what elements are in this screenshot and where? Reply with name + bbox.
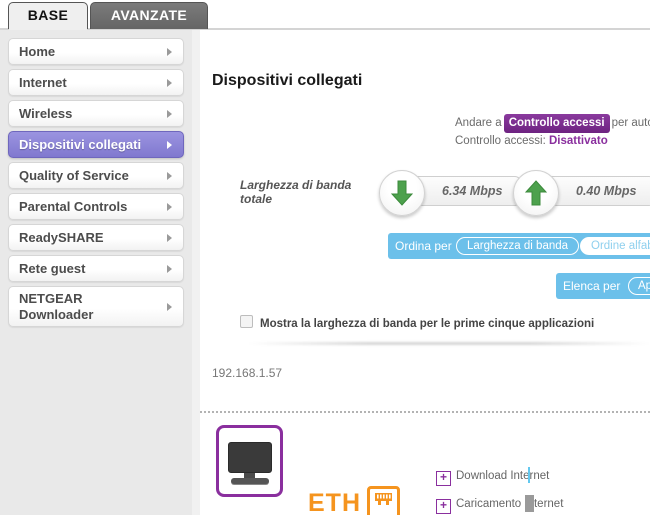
list-option-app[interactable]: Ap [628, 277, 650, 295]
show-top-apps-checkbox[interactable] [240, 315, 253, 328]
upload-internet-row: + Caricamento Internet [436, 498, 563, 514]
chevron-right-icon [167, 48, 172, 56]
sidebar-item-label: Parental Controls [19, 199, 128, 214]
download-internet-row: + Download Internet [436, 470, 549, 486]
chevron-right-icon [167, 234, 172, 242]
sidebar-item-wireless[interactable]: Wireless [8, 100, 184, 127]
sidebar-item-quality-of-service[interactable]: Quality of Service [8, 162, 184, 189]
arrow-up-icon [513, 170, 559, 216]
sidebar-item-dispositivi-collegati[interactable]: Dispositivi collegati [8, 131, 184, 158]
upload-internet-label: Caricamento Internet [456, 498, 564, 510]
sidebar-item-parental-controls[interactable]: Parental Controls [8, 193, 184, 220]
controllo-accessi-button[interactable]: Controllo accessi [503, 114, 610, 133]
show-top-apps-label: Mostra la larghezza di banda per le prim… [260, 318, 595, 330]
access-suffix-text: per autor [611, 117, 650, 129]
upload-traffic-bar [525, 495, 534, 512]
chevron-right-icon [167, 110, 172, 118]
sidebar-item-label: Quality of Service [19, 168, 129, 183]
sort-bar: Ordina per Larghezza di banda Ordine alf… [388, 233, 650, 259]
sidebar-item-label: Home [19, 44, 56, 59]
sidebar-item-home[interactable]: Home [8, 38, 184, 65]
sidebar-item-label: NETGEAR Downloader [19, 291, 94, 322]
access-prefix-text: Andare a [455, 117, 502, 129]
sidebar-nav: Home Internet Wireless Dispositivi colle… [0, 30, 192, 515]
access-status-value: Disattivato [548, 135, 608, 147]
chevron-right-icon [167, 265, 172, 273]
list-by-label: Elenca per [563, 279, 621, 293]
download-bandwidth-value: 6.34 Mbps [442, 184, 503, 198]
router-admin-page: BASE AVANZATE Home Internet Wireless Dis… [0, 0, 650, 515]
sort-option-bandwidth[interactable]: Larghezza di banda [456, 237, 580, 255]
show-top-apps-row[interactable]: Mostra la larghezza di banda per le prim… [240, 315, 594, 330]
tab-base[interactable]: BASE [8, 2, 88, 29]
active-tab-connector [9, 27, 87, 30]
sidebar-item-label: Internet [19, 75, 67, 90]
download-bandwidth-pill: 6.34 Mbps [379, 170, 521, 216]
chevron-right-icon [167, 303, 172, 311]
device-icon-frame[interactable] [216, 425, 283, 497]
chevron-right-icon [167, 172, 172, 180]
main-content: Dispositivi collegati Andare a Controllo … [200, 30, 650, 515]
chevron-right-icon [167, 203, 172, 211]
tab-base-label: BASE [27, 7, 69, 23]
sidebar-item-label: ReadySHARE [19, 230, 104, 245]
top-tabbar: BASE AVANZATE [0, 0, 650, 30]
access-control-status-line: Controllo accessi: Disattivato [455, 133, 650, 149]
upload-bandwidth-value: 0.40 Mbps [576, 184, 637, 198]
desktop-monitor-icon [228, 442, 272, 473]
download-traffic-bar [528, 467, 530, 483]
sidebar-item-netgear-downloader[interactable]: NETGEAR Downloader [8, 286, 184, 327]
sidebar-item-rete-guest[interactable]: Rete guest [8, 255, 184, 282]
tab-avanzate-label: AVANZATE [110, 7, 188, 23]
sort-by-label: Ordina per [395, 239, 452, 253]
eth-connection-badge: ETH [308, 489, 361, 515]
ethernet-jack-icon [367, 486, 400, 515]
download-internet-label: Download Internet [456, 470, 550, 482]
chevron-right-icon [167, 79, 172, 87]
tab-avanzate[interactable]: AVANZATE [90, 2, 208, 29]
arrow-down-icon [379, 170, 425, 216]
section-divider-shadow [248, 342, 650, 345]
sidebar-item-readyshare[interactable]: ReadySHARE [8, 224, 184, 251]
list-bar: Elenca per Ap [556, 273, 650, 299]
dashed-divider [200, 411, 650, 413]
sidebar-item-label: Dispositivi collegati [19, 137, 142, 152]
sidebar-item-label: Rete guest [19, 261, 86, 276]
access-status-label: Controllo accessi: [455, 135, 546, 147]
sidebar-item-internet[interactable]: Internet [8, 69, 184, 96]
total-bandwidth-label: Larghezza di banda totale [240, 178, 352, 206]
expand-upload-icon[interactable]: + [436, 499, 451, 514]
chevron-right-icon [167, 141, 172, 149]
page-title: Dispositivi collegati [212, 72, 363, 89]
upload-bandwidth-pill: 0.40 Mbps [513, 170, 650, 216]
device-ip-address: 192.168.1.57 [212, 366, 283, 380]
expand-download-icon[interactable]: + [436, 471, 451, 486]
monitor-base [231, 478, 269, 484]
access-control-line: Andare aControllo accessiper autor [455, 114, 650, 133]
sidebar-item-label: Wireless [19, 106, 73, 121]
access-control-note: Andare aControllo accessiper autor Contr… [455, 114, 650, 149]
sort-option-alphabetical[interactable]: Ordine alfabe [580, 237, 650, 255]
sidebar-gutter [192, 30, 200, 515]
